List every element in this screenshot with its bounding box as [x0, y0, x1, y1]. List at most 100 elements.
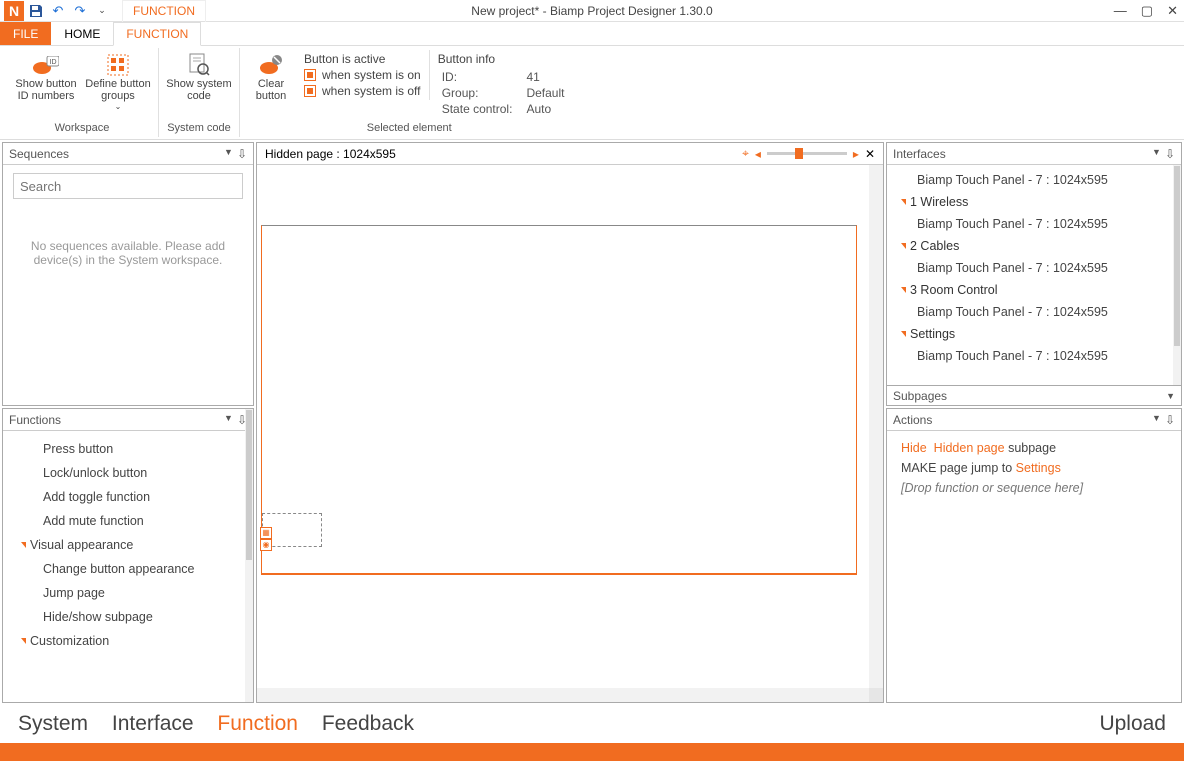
subpages-header[interactable]: Subpages ▼ [887, 385, 1181, 405]
triangle-down-icon [901, 199, 906, 205]
ribbon: ID Show button ID numbers Define button … [0, 46, 1184, 140]
quick-access-toolbar: N ↶ ↷ ⌄ [0, 1, 112, 21]
functions-category[interactable]: Visual appearance [3, 533, 253, 557]
functions-panel: Functions ▼⇩ Press button Lock/unlock bu… [2, 408, 254, 703]
minimize-icon[interactable]: ― [1114, 3, 1127, 19]
list-item[interactable]: Add mute function [3, 509, 253, 533]
chevron-down-icon[interactable]: ▼ [1166, 391, 1175, 401]
show-button-ids-button[interactable]: ID Show button ID numbers [12, 50, 80, 102]
tab-function[interactable]: FUNCTION [113, 22, 201, 46]
canvas-header: Hidden page : 1024x595 ⌖ ◂ ▸ ✕ [257, 143, 883, 165]
id-badge-icon: ID [33, 52, 59, 78]
qat-dropdown-icon[interactable]: ⌄ [92, 1, 112, 21]
chevron-down-icon[interactable]: ▼ [1152, 147, 1161, 161]
sequences-header[interactable]: Sequences ▼⇩ [3, 143, 253, 165]
nav-upload[interactable]: Upload [1099, 712, 1166, 736]
scrollbar[interactable] [1173, 165, 1181, 385]
grid-dashed-icon [107, 52, 129, 78]
ribbon-tabs: FILE HOME FUNCTION [0, 22, 1184, 46]
actions-title: Actions [893, 413, 932, 427]
target-icon[interactable]: ⌖ [742, 146, 749, 161]
workspace: Sequences ▼⇩ No sequences available. Ple… [0, 140, 1184, 705]
scrollbar[interactable] [245, 409, 253, 702]
redo-icon[interactable]: ↷ [70, 1, 90, 21]
triangle-down-icon [21, 542, 26, 548]
zoom-controls[interactable]: ⌖ ◂ ▸ ✕ [742, 146, 875, 161]
zoom-in-icon[interactable]: ▸ [853, 147, 859, 161]
chevron-down-icon[interactable]: ▼ [224, 147, 233, 161]
define-button-groups-button[interactable]: Define button groups ⌄ [84, 50, 152, 111]
handle-icon[interactable]: ▦ [260, 527, 272, 539]
bottom-nav: System Interface Function Feedback Uploa… [0, 705, 1184, 743]
tree-item[interactable]: Biamp Touch Panel - 7 : 1024x595 [887, 213, 1181, 235]
horizontal-scrollbar[interactable] [257, 688, 869, 702]
maximize-icon[interactable]: ▢ [1141, 3, 1153, 19]
list-item[interactable]: Lock/unlock button [3, 461, 253, 485]
tree-item[interactable]: Biamp Touch Panel - 7 : 1024x595 [887, 169, 1181, 191]
sequences-body: No sequences available. Please add devic… [3, 165, 253, 405]
clear-button[interactable]: Clear button [246, 50, 296, 102]
undo-icon[interactable]: ↶ [48, 1, 68, 21]
nav-interface[interactable]: Interface [112, 712, 194, 735]
titlebar: N ↶ ↷ ⌄ FUNCTION New project* - Biamp Pr… [0, 0, 1184, 22]
actions-body[interactable]: Hide Hidden page subpage MAKE page jump … [887, 431, 1181, 702]
svg-text:ID: ID [50, 59, 57, 66]
interfaces-header[interactable]: Interfaces ▼⇩ [887, 143, 1181, 165]
list-item[interactable]: Hide/show subpage [3, 605, 253, 629]
action-drop-hint[interactable]: [Drop function or sequence here] [901, 481, 1167, 495]
button-active-options: Button is active when system is on when … [300, 50, 430, 100]
close-icon[interactable]: ✕ [1167, 3, 1178, 19]
zoom-slider[interactable] [767, 152, 847, 155]
nav-function[interactable]: Function [217, 712, 298, 735]
close-icon[interactable]: ✕ [865, 147, 875, 161]
info-id-key: ID: [442, 70, 513, 84]
save-icon[interactable] [26, 1, 46, 21]
when-system-on-checkbox[interactable]: when system is on [304, 68, 421, 82]
zoom-out-icon[interactable]: ◂ [755, 147, 761, 161]
show-system-code-button[interactable]: Show system code [165, 50, 233, 102]
pin-icon[interactable]: ⇩ [1165, 413, 1175, 427]
action-line[interactable]: MAKE page jump to Settings [901, 461, 1167, 475]
triangle-down-icon [901, 243, 906, 249]
tree-category[interactable]: 2 Cables [887, 235, 1181, 257]
ribbon-group-system-code: Show system code System code [159, 48, 240, 137]
chevron-down-icon[interactable]: ▼ [224, 413, 233, 427]
scrollbar-corner [869, 688, 883, 702]
tree-category[interactable]: 3 Room Control [887, 279, 1181, 301]
when-system-off-checkbox[interactable]: when system is off [304, 84, 421, 98]
list-item[interactable]: Press button [3, 437, 253, 461]
functions-header[interactable]: Functions ▼⇩ [3, 409, 253, 431]
tab-file[interactable]: FILE [0, 22, 51, 45]
nav-system[interactable]: System [18, 712, 88, 735]
chevron-down-icon[interactable]: ▼ [1152, 413, 1161, 427]
list-item[interactable]: Change button appearance [3, 557, 253, 581]
clear-icon [259, 52, 283, 78]
ribbon-group-label: Workspace [55, 122, 110, 135]
pin-icon[interactable]: ⇩ [1165, 147, 1175, 161]
info-group-key: Group: [442, 86, 513, 100]
tree-category[interactable]: Settings [887, 323, 1181, 345]
interfaces-tree: Biamp Touch Panel - 7 : 1024x595 1 Wirel… [887, 165, 1181, 385]
search-input[interactable] [13, 173, 243, 199]
vertical-scrollbar[interactable] [869, 165, 883, 688]
functions-category[interactable]: Customization [3, 629, 253, 653]
canvas-page[interactable]: ▦ ◉ [261, 225, 857, 575]
handle-icon[interactable]: ◉ [260, 539, 272, 551]
list-item[interactable]: Jump page [3, 581, 253, 605]
tree-category[interactable]: 1 Wireless [887, 191, 1181, 213]
ribbon-group-label: System code [167, 122, 231, 135]
pin-icon[interactable]: ⇩ [237, 147, 247, 161]
app-logo-icon[interactable]: N [4, 1, 24, 21]
sequences-panel: Sequences ▼⇩ No sequences available. Ple… [2, 142, 254, 406]
actions-header[interactable]: Actions ▼ ⇩ [887, 409, 1181, 431]
nav-feedback[interactable]: Feedback [322, 712, 414, 735]
action-line[interactable]: Hide Hidden page subpage [901, 441, 1167, 455]
tree-item[interactable]: Biamp Touch Panel - 7 : 1024x595 [887, 257, 1181, 279]
tab-home[interactable]: HOME [51, 22, 113, 45]
tree-item[interactable]: Biamp Touch Panel - 7 : 1024x595 [887, 301, 1181, 323]
canvas-area[interactable]: ▦ ◉ [257, 165, 883, 702]
list-item[interactable]: Add toggle function [3, 485, 253, 509]
window-controls: ― ▢ ✕ [1114, 3, 1178, 19]
tree-item[interactable]: Biamp Touch Panel - 7 : 1024x595 [887, 345, 1181, 367]
window-title: New project* - Biamp Project Designer 1.… [471, 4, 712, 18]
